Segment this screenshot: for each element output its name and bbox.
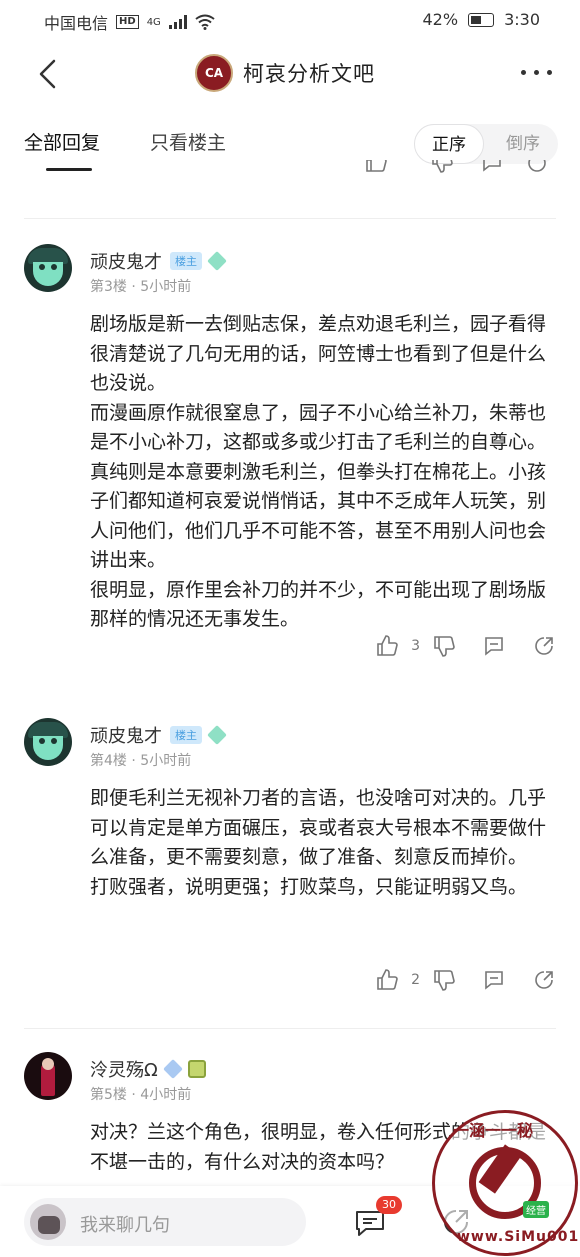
forum-title: 柯哀分析文吧 — [243, 62, 375, 86]
forum-header[interactable]: CA 柯哀分析文吧 — [195, 54, 375, 92]
level-gem-icon — [162, 1059, 183, 1079]
floor-number: 第4楼 — [90, 753, 127, 769]
tab-owner-only[interactable]: 只看楼主 — [150, 128, 226, 155]
nav-bar: CA 柯哀分析文吧 — [0, 46, 580, 104]
medal-icon — [187, 1060, 206, 1078]
back-arrow-icon[interactable] — [36, 58, 60, 90]
battery-percent: 42% — [422, 10, 459, 29]
signal-icon — [168, 15, 187, 29]
carrier-label: 中国电信 — [44, 14, 109, 33]
like-count: 2 — [411, 972, 420, 988]
like-icon — [377, 635, 398, 656]
network-type: 4G — [146, 16, 161, 28]
like-count: 3 — [411, 638, 420, 654]
post-actions: 3 — [375, 634, 556, 658]
share-icon[interactable] — [532, 968, 556, 992]
post-time: 5小时前 — [140, 279, 192, 295]
post-time: 5小时前 — [140, 753, 192, 769]
reply-input[interactable]: 我来聊几句 — [24, 1198, 306, 1246]
share-icon[interactable] — [532, 634, 556, 658]
hd-icon: HD — [116, 15, 139, 29]
post-content: 剧场版是新一去倒贴志保，差点劝退毛利兰，园子看得很清楚说了几句无用的话，阿笠博士… — [90, 313, 547, 630]
username[interactable]: 泠灵殇Ω — [90, 1056, 158, 1082]
post-actions: 2 — [375, 968, 556, 992]
avatar[interactable] — [24, 1052, 72, 1100]
like-button[interactable]: 2 — [375, 968, 432, 992]
sort-toggle: 正序 倒序 — [414, 124, 558, 164]
comment-icon[interactable] — [482, 634, 506, 658]
tab-all-replies[interactable]: 全部回复 — [24, 128, 100, 155]
reply-post: 顽皮鬼才 楼主 第4楼 · 5小时前 即便毛利兰无视补刀者的言语，也没啥可对决的… — [0, 718, 580, 1008]
previous-post-actions — [350, 160, 560, 186]
post-meta: 第4楼 · 5小时前 — [90, 753, 192, 769]
owner-badge: 楼主 — [170, 252, 202, 270]
floor-number: 第5楼 — [90, 1087, 127, 1103]
dislike-icon[interactable] — [432, 634, 456, 658]
post-content: 即便毛利兰无视补刀者的言语，也没啥可对决的。几乎可以肯定是单方面碾压，哀或者哀大… — [90, 787, 547, 898]
username[interactable]: 顽皮鬼才 — [90, 722, 162, 748]
watermark-top-text: 一涵一一秘 — [453, 1121, 534, 1140]
level-gem-icon — [207, 251, 227, 271]
floor-number: 第3楼 — [90, 279, 127, 295]
status-bar: 中国电信 HD 4G 42% 3:30 — [0, 0, 580, 38]
clock: 3:30 — [504, 10, 540, 29]
reply-post: 顽皮鬼才 楼主 第3楼 · 5小时前 剧场版是新一去倒贴志保，差点劝退毛利兰，园… — [0, 244, 580, 664]
dislike-icon[interactable] — [432, 968, 456, 992]
like-icon[interactable] — [364, 160, 388, 174]
like-icon — [377, 969, 398, 990]
active-tab-indicator — [46, 168, 92, 171]
dislike-icon[interactable] — [430, 160, 454, 174]
message-count-badge: 30 — [376, 1196, 402, 1214]
share-icon[interactable] — [526, 160, 550, 174]
watermark-stamp: 一涵一一秘 经营 www.SiMu001.cn — [432, 1110, 580, 1256]
wifi-icon — [195, 14, 215, 30]
comment-icon[interactable] — [482, 968, 506, 992]
watermark-badge: 经营 — [523, 1201, 549, 1218]
more-options-icon[interactable] — [521, 70, 552, 75]
post-divider — [24, 218, 556, 219]
post-meta: 第3楼 · 5小时前 — [90, 279, 192, 295]
avatar[interactable] — [24, 718, 72, 766]
post-divider — [24, 1028, 556, 1029]
owner-badge: 楼主 — [170, 726, 202, 744]
sort-descending-button[interactable]: 倒序 — [488, 124, 558, 164]
comment-icon[interactable] — [480, 160, 504, 174]
level-gem-icon — [207, 725, 227, 745]
watermark-url: www.SiMu001.cn — [457, 1229, 580, 1245]
my-avatar — [30, 1204, 66, 1240]
like-button[interactable]: 3 — [375, 634, 432, 658]
forum-logo: CA — [195, 54, 233, 92]
post-time: 4小时前 — [140, 1087, 192, 1103]
battery-icon — [468, 12, 495, 27]
avatar[interactable] — [24, 244, 72, 292]
username[interactable]: 顽皮鬼才 — [90, 248, 162, 274]
sort-ascending-button[interactable]: 正序 — [414, 124, 484, 164]
reply-placeholder: 我来聊几句 — [80, 1215, 170, 1236]
post-meta: 第5楼 · 4小时前 — [90, 1087, 192, 1103]
